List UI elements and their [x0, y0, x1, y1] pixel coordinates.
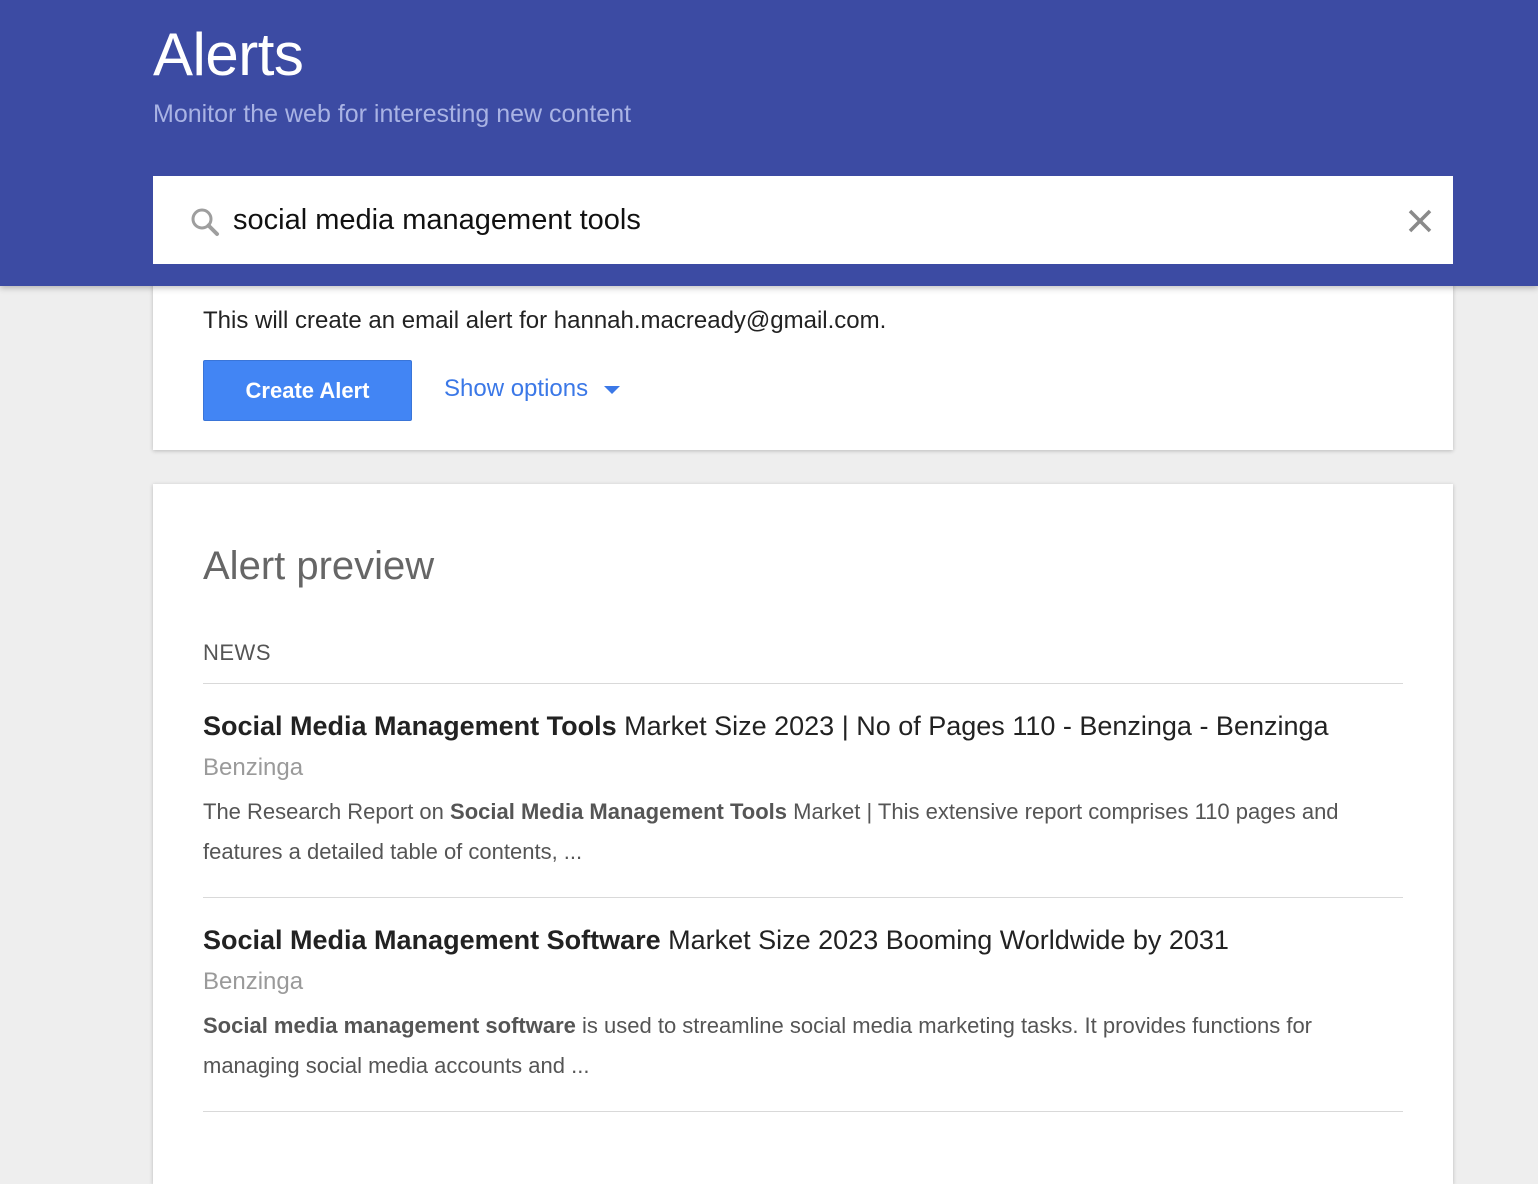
page-title: Alerts	[153, 21, 304, 88]
result-snippet: Social media management software is used…	[203, 1006, 1408, 1086]
list-item: Social Media Management Software Market …	[203, 924, 1408, 1086]
result-snippet: The Research Report on Social Media Mana…	[203, 792, 1408, 872]
result-title-rest: Market Size 2023 Booming Worldwide by 20…	[660, 925, 1229, 955]
caret-down-icon	[604, 386, 621, 394]
create-alert-card: This will create an email alert for hann…	[153, 270, 1453, 450]
search-icon	[191, 208, 219, 236]
preview-title: Alert preview	[203, 544, 435, 588]
section-label-news: NEWS	[203, 640, 271, 665]
result-title-bold: Social Media Management Software	[203, 925, 661, 955]
result-title-link[interactable]: Social Media Management Software Market …	[203, 924, 1408, 956]
show-options-link[interactable]: Show options	[444, 375, 621, 403]
divider	[203, 1111, 1403, 1112]
result-title-bold: Social Media Management Tools	[203, 711, 617, 741]
snippet-bold: Social Media Management Tools	[450, 799, 788, 824]
result-source: Benzinga	[203, 968, 304, 995]
email-notice: This will create an email alert for hann…	[203, 307, 887, 334]
create-alert-button[interactable]: Create Alert	[203, 360, 412, 421]
show-options-label: Show options	[444, 375, 589, 402]
result-source: Benzinga	[203, 754, 304, 781]
result-title-link[interactable]: Social Media Management Tools Market Siz…	[203, 710, 1408, 742]
result-title-rest: Market Size 2023 | No of Pages 110 - Ben…	[616, 711, 1329, 741]
snippet-pre: The Research Report on	[203, 799, 451, 824]
page-subtitle: Monitor the web for interesting new cont…	[153, 100, 632, 128]
divider	[203, 683, 1403, 684]
header-bar: Alerts Monitor the web for interesting n…	[0, 0, 1538, 286]
divider	[203, 897, 1403, 898]
search-box	[153, 176, 1453, 264]
list-item: Social Media Management Tools Market Siz…	[203, 710, 1408, 872]
search-input[interactable]	[233, 198, 1383, 242]
alert-preview-card: Alert preview NEWS Social Media Manageme…	[153, 484, 1453, 1184]
snippet-bold: Social media management software	[203, 1013, 576, 1038]
close-icon[interactable]	[1405, 206, 1435, 236]
